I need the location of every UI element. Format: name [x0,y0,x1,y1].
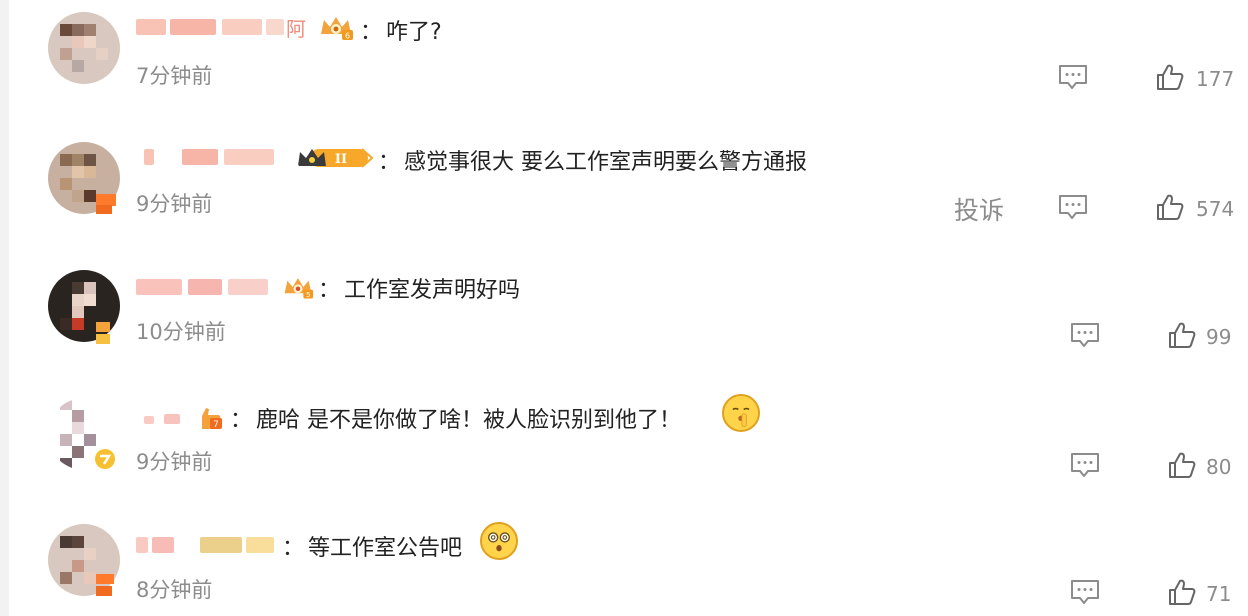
comment-text: 咋了? [386,20,442,45]
crown-level: II [335,152,347,167]
nickname[interactable] [136,274,276,300]
crown-level: 6 [345,32,350,41]
comment-text: 等工作室公告吧 [308,536,463,561]
comment-time: 10分钟前 [136,320,226,344]
hand-badge-icon: 7 [202,408,222,430]
svg-text:7: 7 [213,420,219,430]
verified-badge [96,334,110,344]
crown-badge-icon: II [298,148,374,168]
thumbs-up-icon[interactable] [1156,63,1184,91]
comment-icon[interactable] [1070,579,1100,605]
comment-time: 7分钟前 [136,64,213,88]
verified-badge [95,449,115,469]
like-count: 71 [1206,582,1232,606]
thumbs-up-icon[interactable] [1168,451,1196,479]
comment-text: 鹿哈 是不是你做了啥！被人脸识别到他了！ [256,408,681,433]
like-count: 177 [1196,67,1235,91]
separator: ： [318,278,341,303]
thumbs-up-icon[interactable] [1168,578,1196,606]
verified-badge [96,586,112,596]
comment-time: 9分钟前 [136,192,213,216]
comment-text: 感觉事很大 要么工作室声明要么警方通报 [404,150,807,175]
verified-badge [96,574,114,584]
comment-time: 8分钟前 [136,578,213,602]
like-count: 99 [1206,325,1232,349]
shush-face-emoji [722,394,760,432]
nickname-suffix: 阿 [286,17,306,41]
like-count: 574 [1196,197,1235,221]
separator: ： [378,150,401,175]
crown-icon: 6 [321,17,353,41]
separator: ： [282,536,305,561]
comment-icon[interactable] [1070,452,1100,478]
avatar[interactable] [48,12,120,84]
crown-level: 5 [306,290,311,299]
thumbs-up-icon[interactable] [1168,321,1196,349]
comment-time: 9分钟前 [136,450,213,474]
nickname[interactable]: 阿 [136,14,306,41]
comment-icon[interactable] [1058,194,1088,220]
separator: ： [360,20,383,45]
dizzy-face-emoji [480,522,518,560]
nickname[interactable] [136,144,286,170]
report-button[interactable]: 投诉 [954,191,1004,227]
nickname[interactable] [136,404,186,430]
comment-text: 工作室发声明好吗 [344,278,521,303]
comment-icon[interactable] [1058,64,1088,90]
thumbs-up-icon[interactable] [1156,193,1184,221]
comment-icon[interactable] [1070,322,1100,348]
separator: ： [230,408,253,433]
verified-badge [96,322,110,332]
left-margin [0,0,9,616]
like-count: 80 [1206,455,1232,479]
verified-badge [96,205,112,214]
crown-icon: 5 [284,278,314,299]
nickname[interactable] [136,532,286,558]
